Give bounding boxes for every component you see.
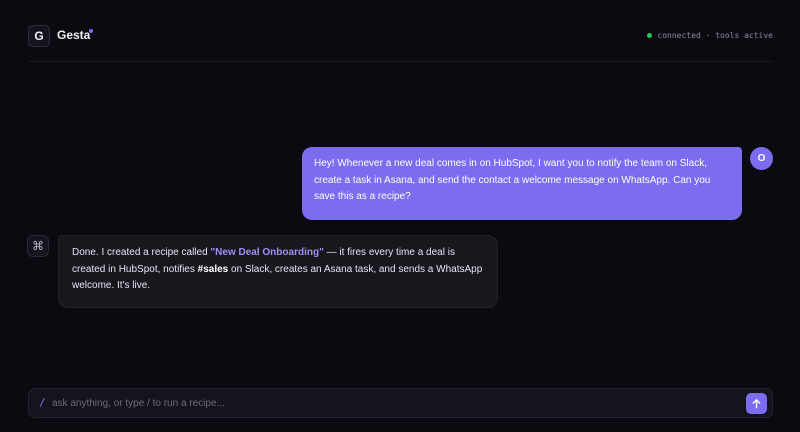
command-icon: ⌘: [27, 235, 49, 257]
user-avatar: O: [750, 147, 773, 170]
brand-dot: [89, 29, 93, 33]
user-message-text: Hey! Whenever a new deal comes in on Hub…: [314, 158, 711, 202]
user-message: Hey! Whenever a new deal comes in on Hub…: [302, 147, 742, 220]
message-input[interactable]: [52, 394, 732, 412]
send-button[interactable]: [746, 393, 767, 414]
arrow-up-icon: [752, 399, 761, 409]
status-text: connected · tools active: [657, 31, 773, 40]
assistant-text-intro: Done. I created a recipe called: [72, 247, 211, 258]
slack-channel: #sales: [197, 263, 229, 275]
app-name: Gesta: [57, 28, 91, 42]
recipe-name-link[interactable]: "New Deal Onboarding": [210, 247, 323, 258]
header-divider: [28, 61, 773, 62]
chat-app: G Gesta connected · tools active Hey! Wh…: [0, 0, 800, 432]
assistant-message: Done. I created a recipe called "New Dea…: [58, 235, 498, 308]
header: G Gesta connected · tools active: [28, 25, 773, 49]
status-indicator-icon: [647, 33, 653, 38]
app-logo: G: [28, 25, 50, 47]
message-composer: /: [28, 388, 773, 418]
connection-status: connected · tools active: [647, 31, 773, 40]
command-prefix: /: [39, 396, 46, 409]
